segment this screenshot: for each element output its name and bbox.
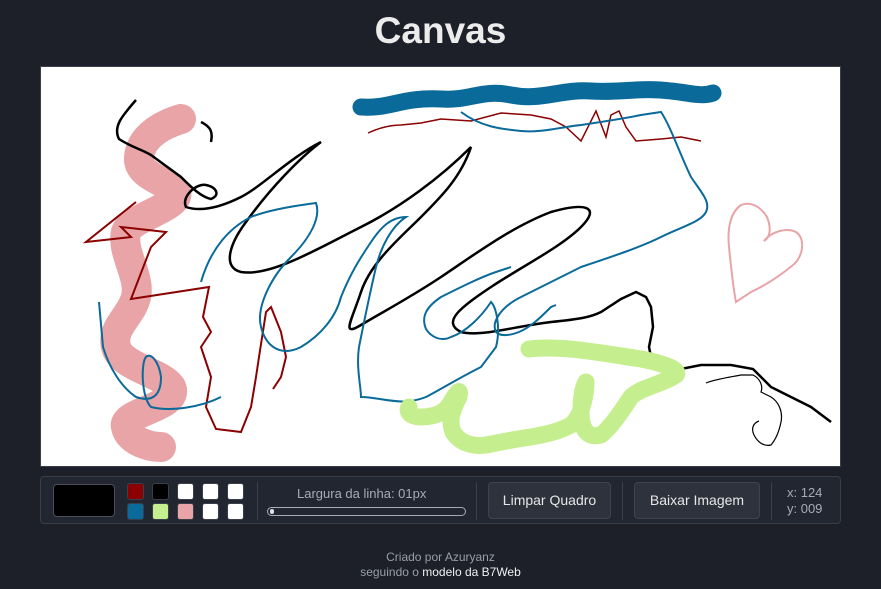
b7web-link[interactable]: modelo da B7Web xyxy=(422,565,521,579)
stroke-black-1 xyxy=(115,99,832,423)
divider xyxy=(257,482,258,520)
coord-y: y: 009 xyxy=(787,501,823,516)
current-color-preview xyxy=(53,484,115,517)
swatch-black[interactable] xyxy=(152,483,169,500)
swatch-lime[interactable] xyxy=(152,503,169,520)
drawing-canvas[interactable] xyxy=(40,66,841,467)
stroke-red-top xyxy=(367,109,702,143)
line-width-slider-thumb[interactable] xyxy=(270,509,274,514)
download-image-button[interactable]: Baixar Imagem xyxy=(634,482,760,519)
stroke-lime-thick xyxy=(399,339,686,454)
stroke-blue-2 xyxy=(200,201,512,403)
divider xyxy=(476,482,477,520)
swatch-pink[interactable] xyxy=(177,503,194,520)
divider xyxy=(771,482,772,520)
canvas-drawing xyxy=(82,81,832,462)
swatch-white-4[interactable] xyxy=(202,503,219,520)
stroke-blue-thick xyxy=(352,81,722,116)
cursor-coordinates: x: 124 y: 009 xyxy=(787,485,822,517)
swatch-white-5[interactable] xyxy=(227,503,244,520)
page-title: Canvas xyxy=(374,10,507,51)
clear-board-button[interactable]: Limpar Quadro xyxy=(488,482,611,519)
stroke-pink-heart xyxy=(727,202,804,304)
stroke-black-2 xyxy=(200,120,213,143)
line-width-slider[interactable] xyxy=(267,507,466,516)
footer: Criado por Azuryanz seguindo o modelo da… xyxy=(0,550,881,580)
toolbar: Largura da linha: 01px Limpar Quadro Bai… xyxy=(40,476,841,524)
swatch-white-1[interactable] xyxy=(177,483,194,500)
footer-prefix: seguindo o xyxy=(360,565,419,579)
swatch-white-2[interactable] xyxy=(202,483,219,500)
swatch-white-3[interactable] xyxy=(227,483,244,500)
footer-template-line: seguindo o modelo da B7Web xyxy=(0,565,881,580)
coord-x: x: 124 xyxy=(787,485,823,500)
footer-credit: Criado por Azuryanz xyxy=(386,550,495,564)
divider xyxy=(622,482,623,520)
swatch-dark-red[interactable] xyxy=(127,483,144,500)
swatch-blue[interactable] xyxy=(127,503,144,520)
